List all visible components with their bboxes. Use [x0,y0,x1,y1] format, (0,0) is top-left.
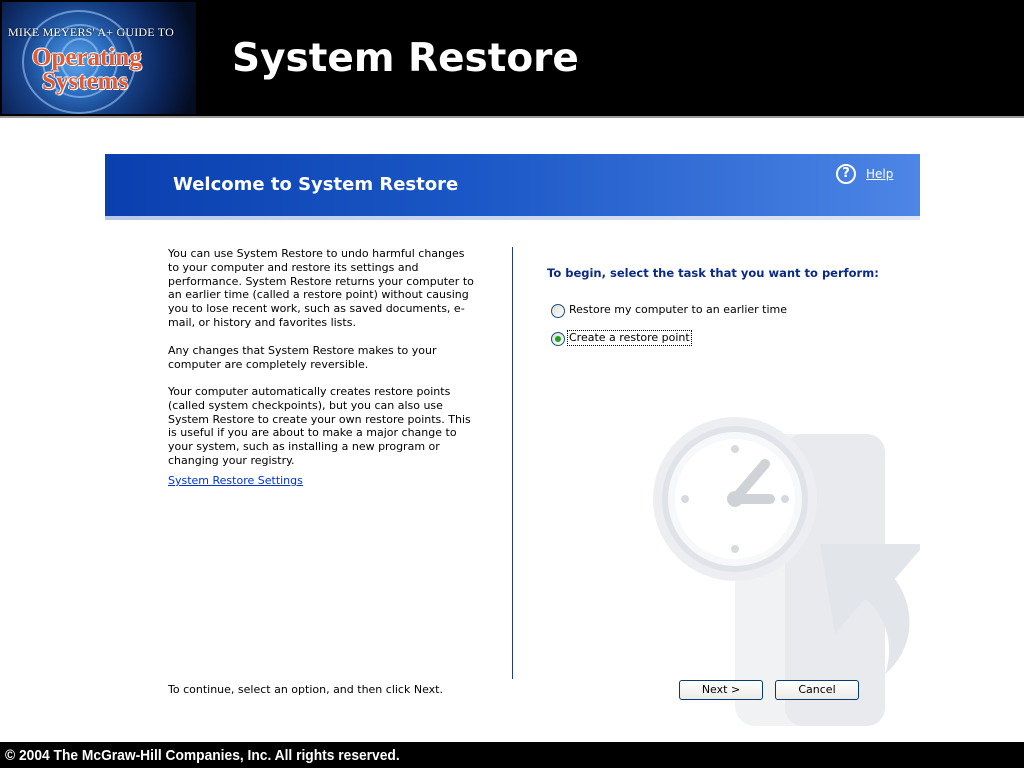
header-divider [0,116,1024,118]
logo-series-text: MIKE MEYERS' A+ GUIDE TO [8,25,174,39]
dialog-title: Welcome to System Restore [173,174,459,195]
slide-header: MIKE MEYERS' A+ GUIDE TO Operating Syste… [0,0,1024,116]
dialog-banner: Welcome to System Restore ? Help [105,154,920,216]
banner-divider [105,216,920,220]
next-button[interactable]: Next > [679,680,763,700]
book-logo: MIKE MEYERS' A+ GUIDE TO Operating Syste… [2,2,196,114]
copyright-notice: © 2004 The McGraw-Hill Companies, Inc. A… [5,747,400,764]
system-restore-window: Welcome to System Restore ? Help You can… [105,154,920,726]
cancel-button[interactable]: Cancel [775,680,859,700]
column-divider [512,247,513,679]
logo-title-line-2: Systems [42,68,129,95]
help-link[interactable]: Help [866,167,893,181]
help-icon[interactable]: ? [836,164,856,184]
logo-title-line-1: Operating [32,44,142,71]
system-restore-settings-link[interactable]: System Restore Settings [168,474,303,487]
checkpoints-paragraph: Your computer automatically creates rest… [168,385,471,467]
option-label[interactable]: Restore my computer to an earlier time [568,303,788,317]
radio-button-selected[interactable] [551,332,565,346]
continue-instruction: To continue, select an option, and then … [168,683,443,696]
task-prompt: To begin, select the task that you want … [547,266,879,280]
slide-title: System Restore [232,36,579,81]
radio-button[interactable] [551,304,565,318]
option-label[interactable]: Create a restore point [567,330,692,346]
reversible-paragraph: Any changes that System Restore makes to… [168,344,437,371]
intro-paragraph: You can use System Restore to undo harmf… [168,247,474,329]
slide-footer: © 2004 The McGraw-Hill Companies, Inc. A… [0,742,1024,768]
radio-dot [555,336,561,342]
clock-restore-icon [653,417,920,726]
